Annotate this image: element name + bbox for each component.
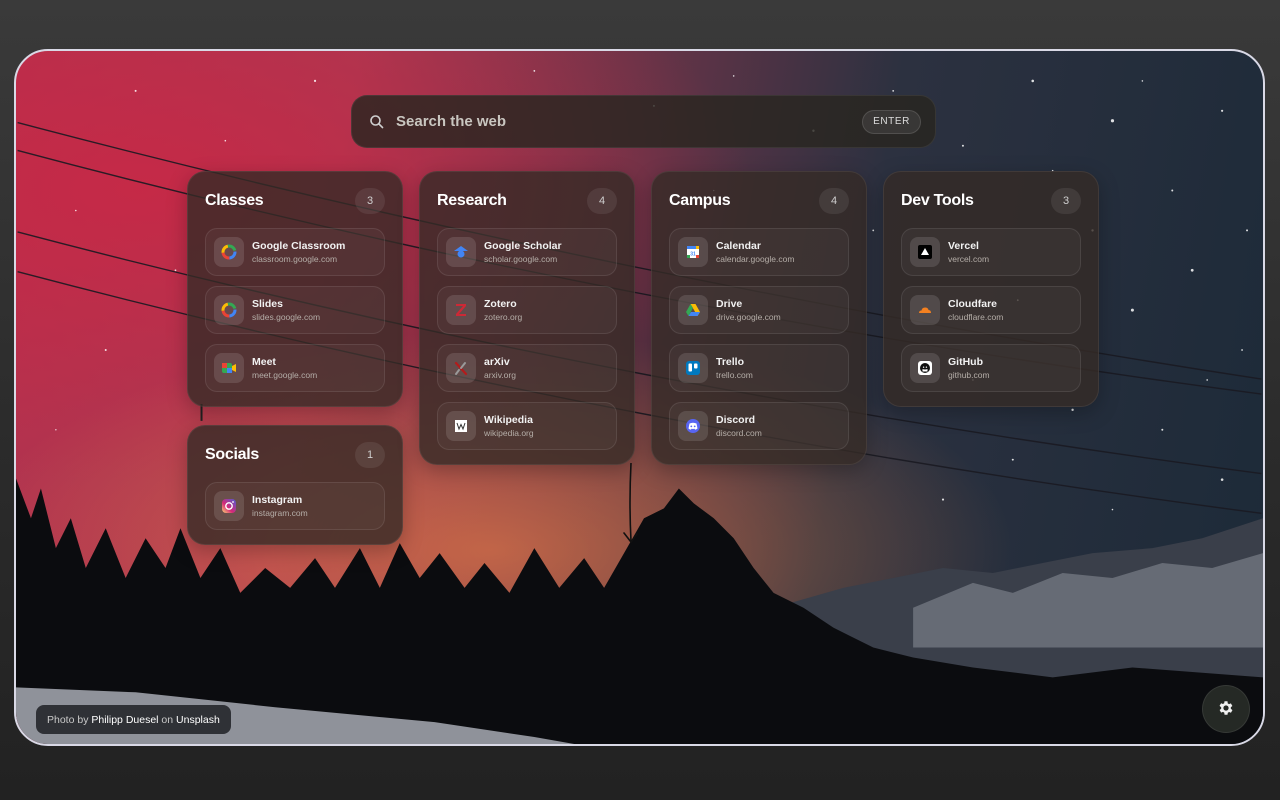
enter-button[interactable]: ENTER	[862, 109, 921, 134]
group-socials: Socials 1 Instagram instagram.com	[187, 425, 403, 545]
settings-button[interactable]	[1202, 685, 1250, 733]
discord-icon	[678, 411, 708, 441]
group-classes: Classes 3 Google Classroom classroom.goo…	[187, 171, 403, 407]
link-google-scholar[interactable]: Google Scholar scholar.google.com	[437, 228, 617, 276]
link-trello[interactable]: Trello trello.com	[669, 344, 849, 392]
link-name: Meet	[252, 355, 276, 368]
link-name: Google Scholar	[484, 239, 562, 252]
group-title: Socials	[205, 446, 259, 463]
gear-icon	[1217, 699, 1235, 720]
link-name: Vercel	[948, 239, 979, 252]
instagram-icon	[214, 491, 244, 521]
link-url: cloudflare.com	[948, 311, 1004, 322]
group-count-badge: 1	[355, 442, 385, 468]
hand-drawn-arrow-icon	[623, 463, 638, 544]
link-name: Google Classroom	[252, 239, 346, 252]
link-wikipedia[interactable]: Wikipedia wikipedia.org	[437, 402, 617, 450]
link-vercel[interactable]: Vercel vercel.com	[901, 228, 1081, 276]
link-name: arXiv	[484, 355, 510, 368]
link-url: calendar.google.com	[716, 253, 795, 264]
link-name: GitHub	[948, 355, 983, 368]
link-url: zotero.org	[484, 311, 523, 322]
link-google-classroom[interactable]: Google Classroom classroom.google.com	[205, 228, 385, 276]
zotero-icon	[446, 295, 476, 325]
credit-middle: on	[161, 713, 174, 726]
link-url: instagram.com	[252, 507, 308, 518]
link-url: trello.com	[716, 369, 753, 380]
link-github[interactable]: GitHub github.com	[901, 344, 1081, 392]
group-campus: Campus 4 31 Calendar calendar.google.com…	[651, 171, 867, 465]
link-drive[interactable]: Drive drive.google.com	[669, 286, 849, 334]
link-url: scholar.google.com	[484, 253, 558, 264]
link-cloudflare[interactable]: Cloudfare cloudflare.com	[901, 286, 1081, 334]
link-instagram[interactable]: Instagram instagram.com	[205, 482, 385, 530]
arxiv-icon	[446, 353, 476, 383]
group-count-badge: 4	[819, 188, 849, 214]
link-slides[interactable]: Slides slides.google.com	[205, 286, 385, 334]
wallpaper-frame: ENTER Classes 3 Google Classroom classro…	[14, 49, 1265, 746]
link-name: Calendar	[716, 239, 761, 252]
link-url: arxiv.org	[484, 369, 516, 380]
link-url: vercel.com	[948, 253, 990, 264]
photo-credit: Photo by Philipp Duesel on Unsplash	[36, 705, 231, 734]
group-research: Research 4 Google Scholar scholar.google…	[419, 171, 635, 465]
group-count-badge: 4	[587, 188, 617, 214]
link-url: discord.com	[716, 427, 762, 438]
group-count-badge: 3	[355, 188, 385, 214]
link-arxiv[interactable]: arXiv arxiv.org	[437, 344, 617, 392]
group-title: Classes	[205, 192, 264, 209]
group-title: Campus	[669, 192, 731, 209]
trello-icon	[678, 353, 708, 383]
group-title: Research	[437, 192, 507, 209]
github-icon	[910, 353, 940, 383]
credit-source-link[interactable]: Unsplash	[176, 714, 220, 726]
google-scholar-icon	[446, 237, 476, 267]
link-name: Trello	[716, 355, 745, 368]
link-url: classroom.google.com	[252, 253, 338, 264]
link-url: slides.google.com	[252, 311, 321, 322]
link-url: drive.google.com	[716, 311, 781, 322]
cloudflare-icon	[910, 295, 940, 325]
group-count-badge: 3	[1051, 188, 1081, 214]
link-calendar[interactable]: 31 Calendar calendar.google.com	[669, 228, 849, 276]
link-name: Drive	[716, 297, 743, 310]
link-name: Cloudfare	[948, 297, 998, 310]
vercel-icon	[910, 237, 940, 267]
google-calendar-icon: 31	[678, 237, 708, 267]
wikipedia-icon	[446, 411, 476, 441]
group-dev-tools: Dev Tools 3 Vercel vercel.com Cloudfare …	[883, 171, 1099, 407]
google-icon	[214, 295, 244, 325]
link-name: Instagram	[252, 493, 303, 506]
link-name: Discord	[716, 413, 756, 426]
link-name: Slides	[252, 297, 283, 310]
svg-text:31: 31	[690, 252, 696, 258]
link-url: github.com	[948, 369, 990, 380]
link-name: Wikipedia	[484, 413, 533, 426]
google-drive-icon	[678, 295, 708, 325]
credit-prefix: Photo by	[47, 713, 89, 726]
google-icon	[214, 237, 244, 267]
search-bar[interactable]: ENTER	[351, 95, 936, 148]
search-icon	[368, 113, 386, 131]
link-zotero[interactable]: Zotero zotero.org	[437, 286, 617, 334]
group-title: Dev Tools	[901, 192, 974, 209]
search-input[interactable]	[396, 113, 863, 130]
google-meet-icon	[214, 353, 244, 383]
link-name: Zotero	[484, 297, 517, 310]
link-url: wikipedia.org	[484, 427, 534, 438]
link-meet[interactable]: Meet meet.google.com	[205, 344, 385, 392]
link-url: meet.google.com	[252, 369, 318, 380]
credit-author-link[interactable]: Philipp Duesel	[91, 714, 158, 726]
link-discord[interactable]: Discord discord.com	[669, 402, 849, 450]
